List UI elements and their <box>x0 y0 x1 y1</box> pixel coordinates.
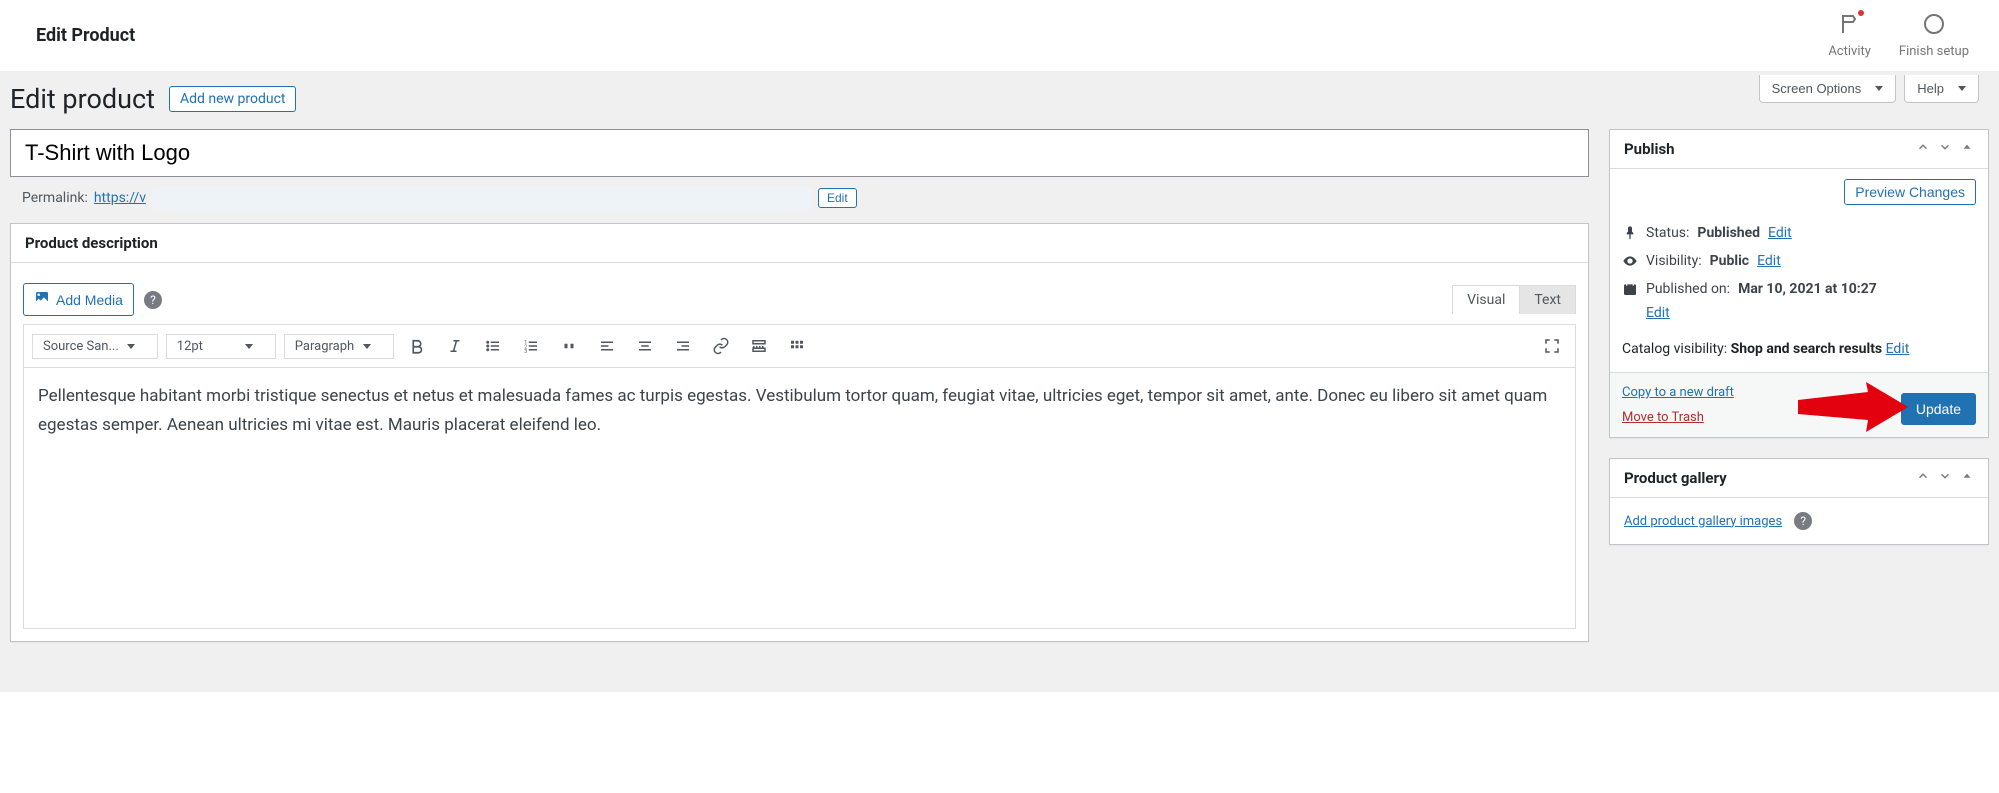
chevron-down-icon <box>127 344 135 349</box>
editor-content[interactable]: Pellentesque habitant morbi tristique se… <box>24 368 1575 628</box>
chevron-down-icon <box>245 344 253 349</box>
toggle-panel-button[interactable] <box>1960 140 1974 158</box>
move-up-button[interactable] <box>1916 469 1930 487</box>
topbar-right: Activity Finish setup <box>1828 12 1969 59</box>
circle-icon <box>1922 12 1946 40</box>
help-button[interactable]: Help <box>1904 75 1979 103</box>
flag-icon <box>1838 12 1862 40</box>
preview-changes-button[interactable]: Preview Changes <box>1844 179 1976 205</box>
permalink-edit-button[interactable]: Edit <box>818 188 857 208</box>
status-value: Published <box>1697 225 1760 241</box>
panel-title: Publish <box>1624 140 1675 158</box>
product-title-input[interactable] <box>10 129 1589 177</box>
toolbar-toggle-button[interactable] <box>782 331 812 361</box>
pin-icon <box>1622 225 1638 241</box>
italic-button[interactable] <box>440 331 470 361</box>
chevron-down-icon <box>1875 86 1883 91</box>
font-family-select[interactable]: Source San... <box>32 334 158 359</box>
published-edit-link[interactable]: Edit <box>1646 305 1976 321</box>
tab-text[interactable]: Text <box>1519 286 1575 314</box>
add-new-product-button[interactable]: Add new product <box>169 86 297 112</box>
align-center-button[interactable] <box>630 331 660 361</box>
screen-options-label: Screen Options <box>1772 81 1862 96</box>
blockquote-button[interactable] <box>554 331 584 361</box>
move-up-button[interactable] <box>1916 140 1930 158</box>
chevron-down-icon <box>1958 86 1966 91</box>
status-label: Status: <box>1646 225 1689 241</box>
bold-button[interactable] <box>402 331 432 361</box>
align-left-button[interactable] <box>592 331 622 361</box>
svg-text:3: 3 <box>524 349 527 355</box>
add-media-button[interactable]: Add Media <box>23 283 134 316</box>
media-icon <box>34 290 50 309</box>
eye-icon <box>1622 253 1638 269</box>
add-media-label: Add Media <box>56 292 123 308</box>
status-edit-link[interactable]: Edit <box>1768 225 1792 241</box>
fullscreen-button[interactable] <box>1537 331 1567 361</box>
numbered-list-button[interactable]: 123 <box>516 331 546 361</box>
visibility-value: Public <box>1710 253 1749 269</box>
published-value: Mar 10, 2021 at 10:27 <box>1738 281 1877 297</box>
permalink-row: Permalink: https://v Edit <box>10 177 1589 223</box>
catalog-edit-link[interactable]: Edit <box>1886 341 1910 357</box>
insert-more-button[interactable] <box>744 331 774 361</box>
page-title: Edit product <box>10 83 155 115</box>
product-description-panel: Product description Add Media <box>10 223 1589 642</box>
font-size-select[interactable]: 12pt <box>166 334 276 359</box>
align-right-button[interactable] <box>668 331 698 361</box>
permalink-label: Permalink: <box>22 190 88 206</box>
catalog-label: Catalog visibility: <box>1622 341 1727 357</box>
permalink-redacted <box>152 187 812 209</box>
publish-panel: Publish Preview Changes Status: <box>1609 129 1989 438</box>
topbar-title: Edit Product <box>36 25 135 46</box>
link-button[interactable] <box>706 331 736 361</box>
finish-setup-label: Finish setup <box>1899 44 1969 59</box>
move-down-button[interactable] <box>1938 140 1952 158</box>
toggle-panel-button[interactable] <box>1960 469 1974 487</box>
finish-setup-button[interactable]: Finish setup <box>1899 12 1969 59</box>
product-gallery-panel: Product gallery Add product gallery imag… <box>1609 458 1989 545</box>
admin-topbar: Edit Product Activity Finish setup <box>0 0 1999 71</box>
bullet-list-button[interactable] <box>478 331 508 361</box>
help-icon: ? <box>144 291 162 309</box>
catalog-value: Shop and search results <box>1731 341 1883 357</box>
chevron-down-icon <box>363 344 371 349</box>
visibility-edit-link[interactable]: Edit <box>1757 253 1781 269</box>
visibility-label: Visibility: <box>1646 253 1702 269</box>
published-label: Published on: <box>1646 281 1730 297</box>
activity-button[interactable]: Activity <box>1828 12 1871 59</box>
screen-options-button[interactable]: Screen Options <box>1759 75 1897 103</box>
help-label: Help <box>1917 81 1944 96</box>
calendar-icon <box>1622 281 1638 297</box>
update-button[interactable]: Update <box>1901 393 1976 425</box>
screen-meta-links: Screen Options Help <box>1759 71 1979 103</box>
page-header: Edit product Add new product <box>10 71 1989 123</box>
editor-toolbar: Source San... 12pt Paragraph <box>24 325 1575 368</box>
panel-title: Product description <box>25 234 158 252</box>
move-down-button[interactable] <box>1938 469 1952 487</box>
editor-wrap: Source San... 12pt Paragraph <box>23 324 1576 629</box>
activity-label: Activity <box>1828 44 1871 59</box>
tab-visual[interactable]: Visual <box>1453 286 1519 314</box>
panel-title: Product gallery <box>1624 469 1727 487</box>
help-icon: ? <box>1794 512 1812 530</box>
format-select[interactable]: Paragraph <box>284 334 394 359</box>
add-gallery-images-link[interactable]: Add product gallery images <box>1624 514 1782 529</box>
permalink-link[interactable]: https://v <box>94 190 146 206</box>
